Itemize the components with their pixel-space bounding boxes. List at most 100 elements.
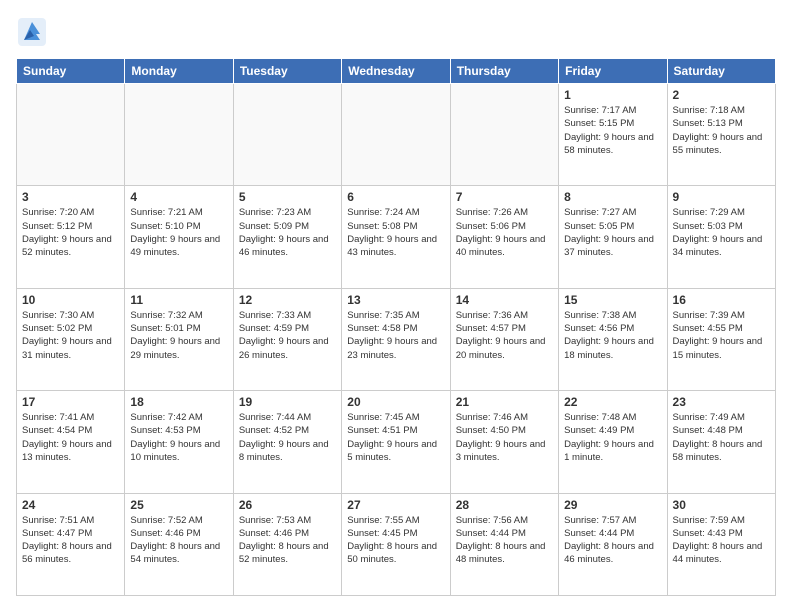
day-cell: 16 Sunrise: 7:39 AM Sunset: 4:55 PM Dayli…	[667, 288, 775, 390]
day-number: 20	[347, 395, 444, 409]
day-cell: 14 Sunrise: 7:36 AM Sunset: 4:57 PM Dayli…	[450, 288, 558, 390]
day-number: 14	[456, 293, 553, 307]
day-info: Sunrise: 7:36 AM Sunset: 4:57 PM Dayligh…	[456, 309, 553, 362]
calendar-header-wednesday: Wednesday	[342, 59, 450, 84]
calendar-header-thursday: Thursday	[450, 59, 558, 84]
logo	[16, 16, 52, 48]
day-cell: 23 Sunrise: 7:49 AM Sunset: 4:48 PM Dayli…	[667, 391, 775, 493]
day-number: 5	[239, 190, 336, 204]
calendar-header-saturday: Saturday	[667, 59, 775, 84]
day-number: 28	[456, 498, 553, 512]
day-cell	[17, 84, 125, 186]
day-info: Sunrise: 7:35 AM Sunset: 4:58 PM Dayligh…	[347, 309, 444, 362]
day-number: 30	[673, 498, 770, 512]
day-number: 25	[130, 498, 227, 512]
day-info: Sunrise: 7:18 AM Sunset: 5:13 PM Dayligh…	[673, 104, 770, 157]
week-row-4: 17 Sunrise: 7:41 AM Sunset: 4:54 PM Dayli…	[17, 391, 776, 493]
week-row-3: 10Sunrise: 7:30 AM Sunset: 5:02 PM Dayli…	[17, 288, 776, 390]
day-cell: 26 Sunrise: 7:53 AM Sunset: 4:46 PM Dayli…	[233, 493, 341, 595]
day-number: 17	[22, 395, 119, 409]
week-row-2: 3 Sunrise: 7:20 AM Sunset: 5:12 PM Daylig…	[17, 186, 776, 288]
day-cell: 30 Sunrise: 7:59 AM Sunset: 4:43 PM Dayli…	[667, 493, 775, 595]
day-cell: 24 Sunrise: 7:51 AM Sunset: 4:47 PM Dayli…	[17, 493, 125, 595]
day-number: 26	[239, 498, 336, 512]
day-info: Sunrise: 7:21 AM Sunset: 5:10 PM Dayligh…	[130, 206, 227, 259]
day-info: Sunrise: 7:27 AM Sunset: 5:05 PM Dayligh…	[564, 206, 661, 259]
day-cell	[342, 84, 450, 186]
day-cell: 3 Sunrise: 7:20 AM Sunset: 5:12 PM Daylig…	[17, 186, 125, 288]
week-row-5: 24 Sunrise: 7:51 AM Sunset: 4:47 PM Dayli…	[17, 493, 776, 595]
day-number: 7	[456, 190, 553, 204]
day-cell	[125, 84, 233, 186]
day-info: Sunrise: 7:44 AM Sunset: 4:52 PM Dayligh…	[239, 411, 336, 464]
day-number: 16	[673, 293, 770, 307]
day-cell: 5 Sunrise: 7:23 AM Sunset: 5:09 PM Daylig…	[233, 186, 341, 288]
day-info: Sunrise: 7:59 AM Sunset: 4:43 PM Dayligh…	[673, 514, 770, 567]
day-cell: 20 Sunrise: 7:45 AM Sunset: 4:51 PM Dayli…	[342, 391, 450, 493]
day-cell	[450, 84, 558, 186]
day-info: Sunrise: 7:17 AM Sunset: 5:15 PM Dayligh…	[564, 104, 661, 157]
day-info: Sunrise: 7:55 AM Sunset: 4:45 PM Dayligh…	[347, 514, 444, 567]
day-cell: 12 Sunrise: 7:33 AM Sunset: 4:59 PM Dayli…	[233, 288, 341, 390]
day-info: Sunrise: 7:56 AM Sunset: 4:44 PM Dayligh…	[456, 514, 553, 567]
day-cell: 10Sunrise: 7:30 AM Sunset: 5:02 PM Dayli…	[17, 288, 125, 390]
day-cell: 11 Sunrise: 7:32 AM Sunset: 5:01 PM Dayli…	[125, 288, 233, 390]
day-cell: 22 Sunrise: 7:48 AM Sunset: 4:49 PM Dayli…	[559, 391, 667, 493]
day-cell: 21Sunrise: 7:46 AM Sunset: 4:50 PM Dayli…	[450, 391, 558, 493]
calendar-header-friday: Friday	[559, 59, 667, 84]
logo-icon	[16, 16, 48, 48]
day-cell: 7 Sunrise: 7:26 AM Sunset: 5:06 PM Daylig…	[450, 186, 558, 288]
day-cell: 19 Sunrise: 7:44 AM Sunset: 4:52 PM Dayli…	[233, 391, 341, 493]
day-info: Sunrise: 7:39 AM Sunset: 4:55 PM Dayligh…	[673, 309, 770, 362]
day-info: Sunrise: 7:41 AM Sunset: 4:54 PM Dayligh…	[22, 411, 119, 464]
calendar-header-row: SundayMondayTuesdayWednesdayThursdayFrid…	[17, 59, 776, 84]
day-info: Sunrise: 7:49 AM Sunset: 4:48 PM Dayligh…	[673, 411, 770, 464]
day-cell: 15 Sunrise: 7:38 AM Sunset: 4:56 PM Dayli…	[559, 288, 667, 390]
day-info: Sunrise: 7:26 AM Sunset: 5:06 PM Dayligh…	[456, 206, 553, 259]
day-number: 18	[130, 395, 227, 409]
day-number: 3	[22, 190, 119, 204]
day-info: Sunrise: 7:48 AM Sunset: 4:49 PM Dayligh…	[564, 411, 661, 464]
day-number: 19	[239, 395, 336, 409]
calendar-header-sunday: Sunday	[17, 59, 125, 84]
day-number: 9	[673, 190, 770, 204]
day-cell: 27Sunrise: 7:55 AM Sunset: 4:45 PM Dayli…	[342, 493, 450, 595]
day-info: Sunrise: 7:24 AM Sunset: 5:08 PM Dayligh…	[347, 206, 444, 259]
day-number: 8	[564, 190, 661, 204]
day-info: Sunrise: 7:20 AM Sunset: 5:12 PM Dayligh…	[22, 206, 119, 259]
day-number: 22	[564, 395, 661, 409]
calendar-header-monday: Monday	[125, 59, 233, 84]
day-number: 23	[673, 395, 770, 409]
day-cell: 29 Sunrise: 7:57 AM Sunset: 4:44 PM Dayli…	[559, 493, 667, 595]
day-number: 11	[130, 293, 227, 307]
day-number: 24	[22, 498, 119, 512]
day-number: 15	[564, 293, 661, 307]
day-cell	[233, 84, 341, 186]
day-info: Sunrise: 7:29 AM Sunset: 5:03 PM Dayligh…	[673, 206, 770, 259]
day-number: 13	[347, 293, 444, 307]
day-info: Sunrise: 7:32 AM Sunset: 5:01 PM Dayligh…	[130, 309, 227, 362]
day-info: Sunrise: 7:45 AM Sunset: 4:51 PM Dayligh…	[347, 411, 444, 464]
day-info: Sunrise: 7:42 AM Sunset: 4:53 PM Dayligh…	[130, 411, 227, 464]
day-info: Sunrise: 7:33 AM Sunset: 4:59 PM Dayligh…	[239, 309, 336, 362]
day-info: Sunrise: 7:53 AM Sunset: 4:46 PM Dayligh…	[239, 514, 336, 567]
day-cell: 8 Sunrise: 7:27 AM Sunset: 5:05 PM Daylig…	[559, 186, 667, 288]
day-cell: 1 Sunrise: 7:17 AM Sunset: 5:15 PM Daylig…	[559, 84, 667, 186]
day-info: Sunrise: 7:52 AM Sunset: 4:46 PM Dayligh…	[130, 514, 227, 567]
header	[16, 16, 776, 48]
day-info: Sunrise: 7:57 AM Sunset: 4:44 PM Dayligh…	[564, 514, 661, 567]
day-cell: 28 Sunrise: 7:56 AM Sunset: 4:44 PM Dayli…	[450, 493, 558, 595]
day-cell: 17 Sunrise: 7:41 AM Sunset: 4:54 PM Dayli…	[17, 391, 125, 493]
day-number: 6	[347, 190, 444, 204]
day-number: 1	[564, 88, 661, 102]
day-info: Sunrise: 7:38 AM Sunset: 4:56 PM Dayligh…	[564, 309, 661, 362]
day-number: 12	[239, 293, 336, 307]
day-number: 29	[564, 498, 661, 512]
day-info: Sunrise: 7:30 AM Sunset: 5:02 PM Dayligh…	[22, 309, 119, 362]
calendar-header-tuesday: Tuesday	[233, 59, 341, 84]
day-cell: 9 Sunrise: 7:29 AM Sunset: 5:03 PM Daylig…	[667, 186, 775, 288]
day-info: Sunrise: 7:51 AM Sunset: 4:47 PM Dayligh…	[22, 514, 119, 567]
day-info: Sunrise: 7:23 AM Sunset: 5:09 PM Dayligh…	[239, 206, 336, 259]
day-number: 2	[673, 88, 770, 102]
day-number: 4	[130, 190, 227, 204]
